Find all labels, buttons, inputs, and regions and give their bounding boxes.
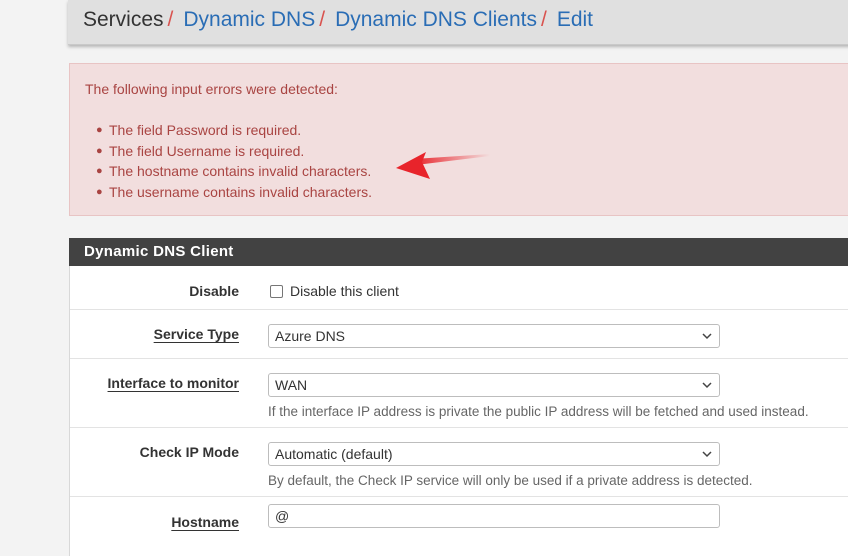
bullet-icon: ● <box>96 124 103 136</box>
chevron-down-icon <box>702 333 712 340</box>
row-hostname: Hostname @ <box>70 497 848 556</box>
interface-help-text: If the interface IP address is private t… <box>268 404 809 419</box>
breadcrumb-separator: / <box>540 8 547 31</box>
check-ip-mode-select[interactable]: Automatic (default) <box>268 442 720 466</box>
interface-value: WAN <box>275 377 308 393</box>
service-type-value: Azure DNS <box>275 328 346 344</box>
hostname-input[interactable]: @ <box>268 504 720 528</box>
disable-checkbox[interactable] <box>270 285 283 298</box>
red-arrow-icon <box>396 152 490 179</box>
check-ip-mode-value: Automatic (default) <box>275 446 393 462</box>
bullet-icon: ● <box>96 165 103 177</box>
input-errors-alert: The following input errors were detected… <box>69 63 848 216</box>
error-text: The field Password is required. <box>109 122 302 138</box>
panel-header: Dynamic DNS Client <box>69 238 848 266</box>
service-type-select[interactable]: Azure DNS <box>268 324 720 348</box>
row-disable: Disable Disable this client <box>70 266 848 310</box>
check-ip-mode-label: Check IP Mode <box>139 444 239 460</box>
chevron-down-icon <box>702 382 712 389</box>
disable-label: Disable <box>189 283 239 299</box>
error-text: The field Username is required. <box>109 142 305 159</box>
error-text: The hostname contains invalid characters… <box>109 163 372 179</box>
hostname-label: Hostname <box>171 514 239 530</box>
error-item: ● The field Password is required. <box>85 120 372 141</box>
error-list: ● The field Password is required. ● The fi… <box>85 120 372 202</box>
interface-label: Interface to monitor <box>107 375 239 391</box>
row-service-type: Service Type Azure DNS <box>70 310 848 359</box>
error-item: ● The hostname contains invalid character… <box>85 161 372 182</box>
breadcrumb-separator: / <box>319 8 326 31</box>
row-check-ip-mode: Check IP Mode Automatic (default) By def… <box>70 428 848 497</box>
disable-checkbox-label[interactable]: Disable this client <box>290 283 399 299</box>
error-item: ● The username contains invalid character… <box>85 182 372 203</box>
breadcrumb-services: Services <box>83 8 164 31</box>
row-interface: Interface to monitor WAN If the interfac… <box>70 359 848 428</box>
bullet-icon: ● <box>96 185 103 198</box>
breadcrumb-edit[interactable]: Edit <box>557 8 593 31</box>
interface-select[interactable]: WAN <box>268 373 720 397</box>
breadcrumb-separator: / <box>167 8 174 31</box>
breadcrumb-bar: Services / Dynamic DNS / Dynamic DNS Clients… <box>68 0 848 45</box>
breadcrumb-dynamic-dns-clients[interactable]: Dynamic DNS Clients <box>335 8 537 31</box>
error-item: ● The field Username is required. <box>85 141 372 162</box>
dynamic-dns-client-form: Disable Disable this client Service Type… <box>69 266 848 556</box>
alert-heading: The following input errors were detected… <box>85 81 338 97</box>
error-text: The username contains invalid characters… <box>109 183 373 200</box>
chevron-down-icon <box>702 451 712 458</box>
breadcrumb-dynamic-dns[interactable]: Dynamic DNS <box>183 8 315 31</box>
bullet-icon: ● <box>96 144 103 157</box>
check-ip-mode-help-text: By default, the Check IP service will on… <box>268 473 753 488</box>
service-type-label: Service Type <box>153 326 239 342</box>
breadcrumb: Services / Dynamic DNS / Dynamic DNS Clients… <box>83 0 593 40</box>
